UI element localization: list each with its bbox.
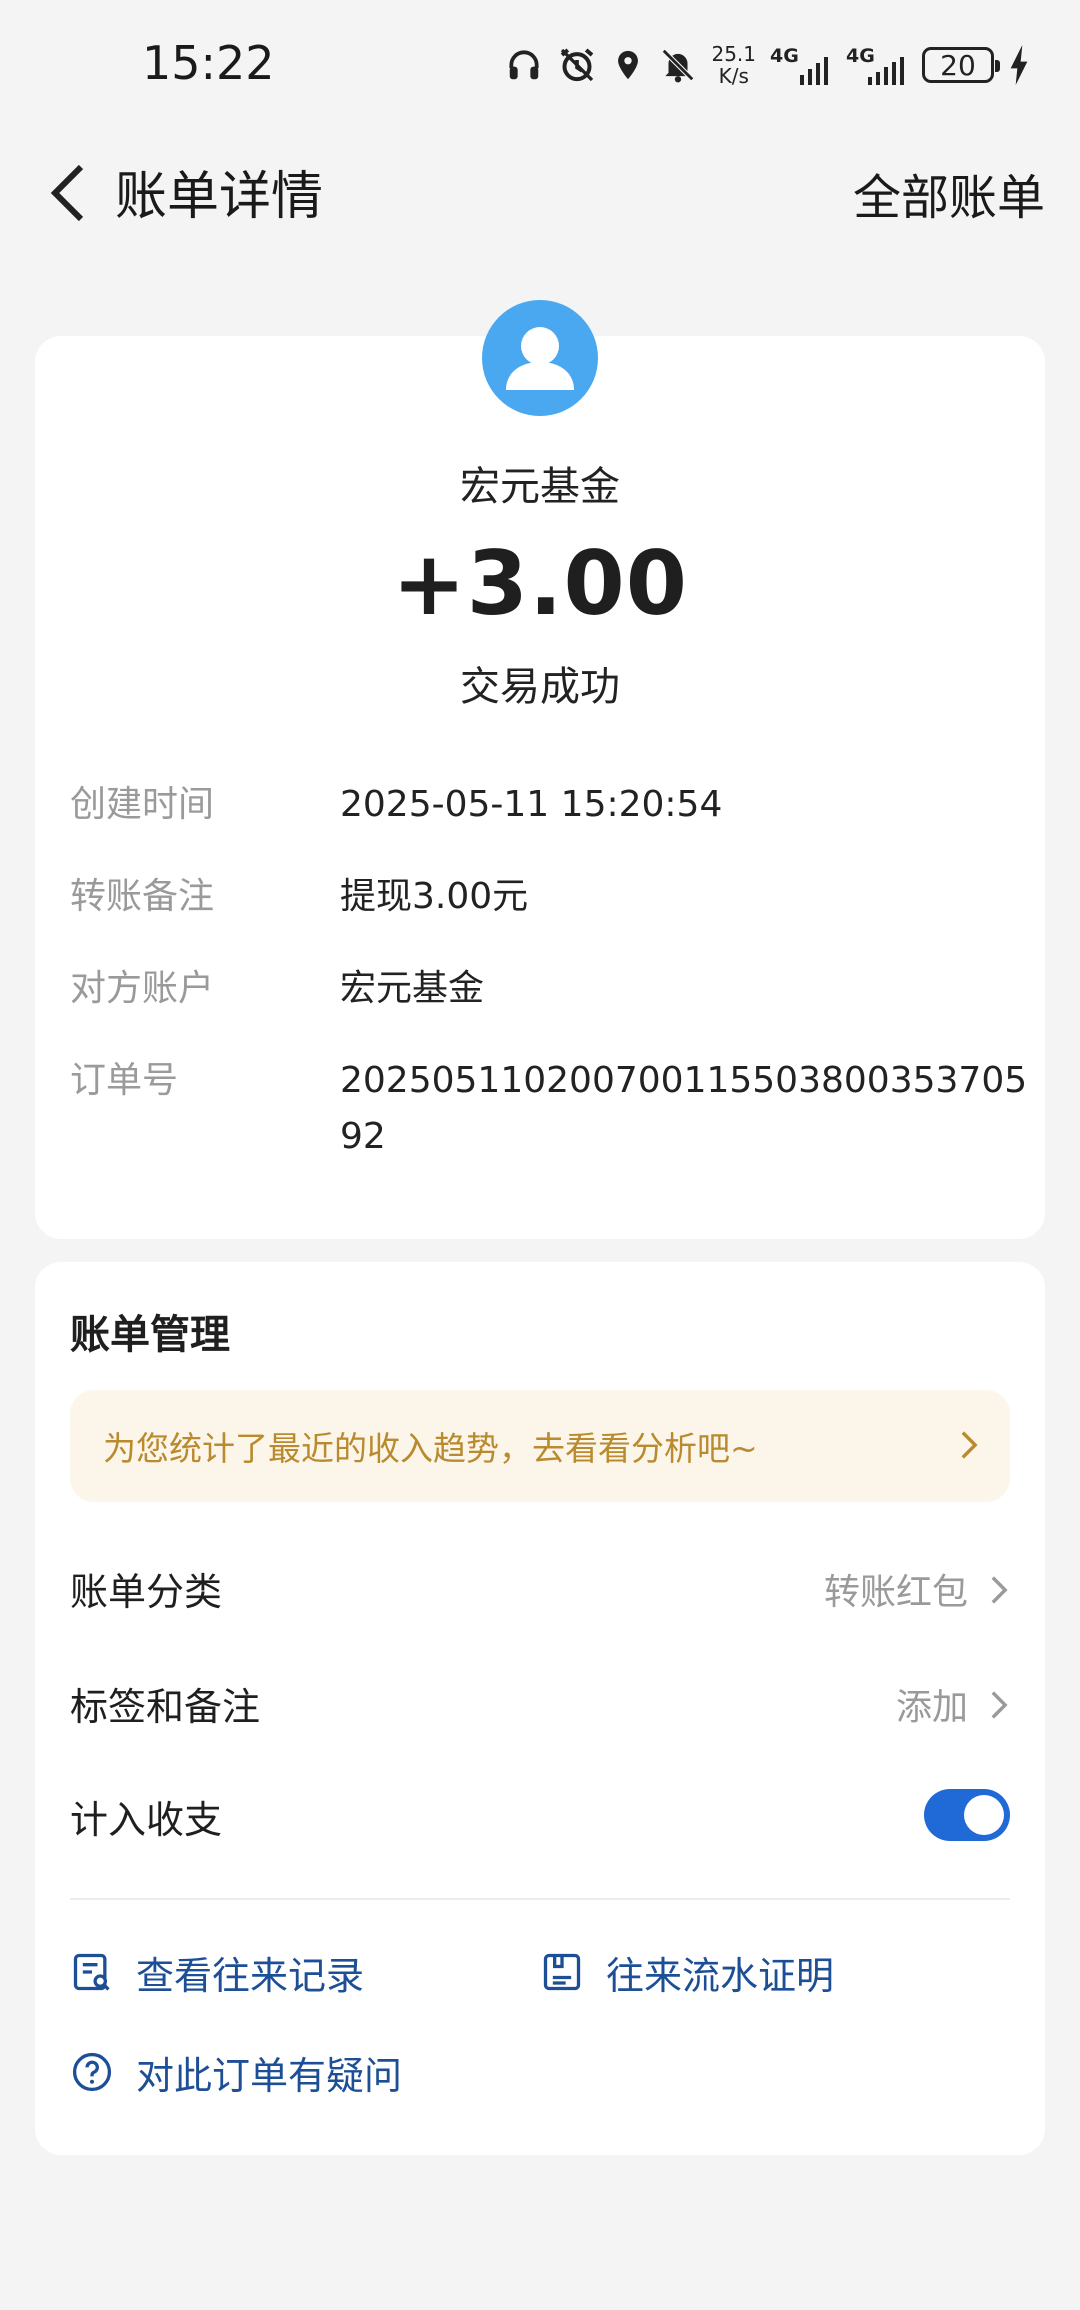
- order-question-link[interactable]: 对此订单有疑问: [70, 2042, 402, 2102]
- sim1-label: 4G: [770, 45, 799, 67]
- sim2-signal: 4G: [846, 43, 908, 87]
- transaction-status: 交易成功: [460, 664, 620, 710]
- headphones-icon: [509, 50, 540, 80]
- row-label: 账单分类: [70, 1570, 223, 1614]
- row-value: 转账红包: [823, 1572, 968, 1613]
- detail-value[interactable]: 20250511020070011550380035370592: [340, 1053, 1030, 1165]
- signal-icon: [800, 57, 828, 85]
- alarm-icon: [561, 48, 594, 82]
- link-text: 对此订单有疑问: [136, 2053, 403, 2098]
- mute-icon: [662, 48, 695, 83]
- bill-management-card: 账单管理 为您统计了最近的收入趋势，去看看分析吧~ 账单分类 转账红包 标签和备…: [35, 1262, 1045, 2155]
- record-search-icon: [73, 1953, 110, 1991]
- status-icons: 25.1 K/s 4G 4G 20: [505, 40, 1030, 90]
- detail-value: 宏元基金: [340, 968, 485, 1009]
- back-arrow-icon: [50, 164, 84, 222]
- payee-avatar: [482, 300, 598, 416]
- include-in-stats-toggle[interactable]: [924, 1789, 1010, 1841]
- view-history-link[interactable]: 查看往来记录: [70, 1942, 364, 2002]
- banner-text: 为您统计了最近的收入趋势，去看看分析吧~: [103, 1429, 758, 1468]
- row-label: 计入收支: [70, 1798, 223, 1842]
- row-label: 标签和备注: [70, 1685, 261, 1729]
- net-speed-value: 25.1: [711, 42, 756, 66]
- net-speed: 25.1 K/s: [711, 43, 756, 87]
- toggle-knob: [964, 1795, 1004, 1835]
- signal-icon: [868, 57, 904, 85]
- user-icon: [506, 327, 574, 390]
- document-icon: [543, 1953, 581, 1991]
- bill-category-row[interactable]: 账单分类 转账红包: [70, 1557, 1010, 1627]
- all-bills-link[interactable]: 全部账单: [853, 158, 1045, 228]
- link-text: 查看往来记录: [136, 1953, 365, 1998]
- detail-value: 2025-05-11 15:20:54: [340, 784, 723, 825]
- location-icon: [618, 50, 639, 80]
- page-title: 账单详情: [115, 167, 324, 227]
- nav-bar: 账单详情 全部账单: [0, 140, 1080, 240]
- income-trend-banner[interactable]: 为您统计了最近的收入趋势，去看看分析吧~: [70, 1390, 1010, 1502]
- link-text: 往来流水证明: [606, 1953, 835, 1998]
- transaction-card: 宏元基金 +3.00 交易成功 创建时间 2025-05-11 15:20:54…: [35, 336, 1045, 1239]
- row-value: 添加: [895, 1687, 968, 1728]
- sim1-signal: 4G: [770, 43, 832, 87]
- section-title: 账单管理: [70, 1312, 230, 1358]
- net-speed-unit: K/s: [718, 64, 749, 88]
- detail-label: 订单号: [70, 1060, 179, 1101]
- tags-notes-row[interactable]: 标签和备注 添加: [70, 1672, 1010, 1742]
- status-bar: 15:22 25.1 K/s 4G 4G 20: [0, 0, 1080, 130]
- detail-label: 创建时间: [70, 784, 215, 825]
- detail-label: 对方账户: [70, 968, 215, 1009]
- include-in-stats-row: 计入收支: [70, 1785, 1010, 1855]
- statement-proof-link[interactable]: 往来流水证明: [540, 1942, 834, 2002]
- payee-name: 宏元基金: [460, 464, 620, 510]
- help-circle-icon: [72, 2052, 112, 2092]
- divider: [70, 1898, 1010, 1900]
- battery-level: 20: [940, 48, 976, 82]
- status-time: 15:22: [142, 36, 275, 90]
- battery-indicator: 20: [922, 47, 1000, 83]
- chevron-right-icon: [991, 1691, 1008, 1719]
- back-button[interactable]: [32, 158, 102, 228]
- charging-icon: [1010, 45, 1028, 85]
- transaction-amount: +3.00: [392, 532, 688, 635]
- detail-label: 转账备注: [70, 876, 215, 917]
- detail-value: 提现3.00元: [340, 876, 529, 917]
- chevron-right-icon: [991, 1576, 1008, 1604]
- chevron-right-icon: [961, 1431, 978, 1459]
